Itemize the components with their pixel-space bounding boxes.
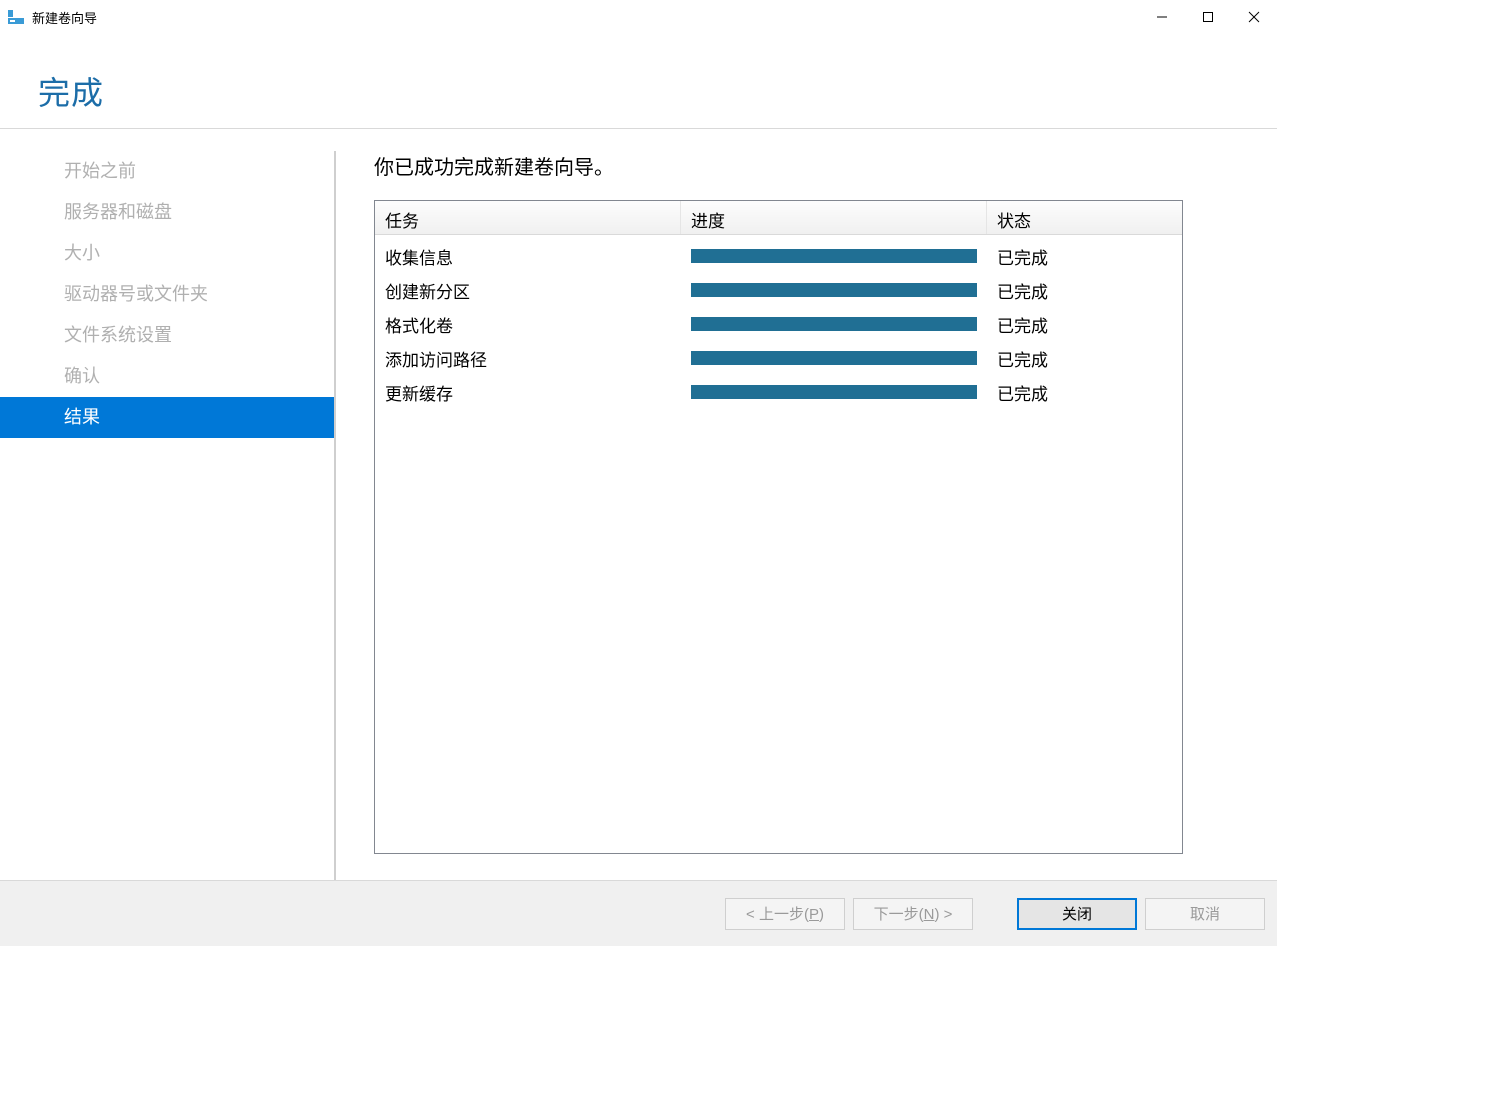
cancel-button: 取消 — [1145, 898, 1265, 930]
cell-status: 已完成 — [987, 346, 1182, 371]
column-header-progress[interactable]: 进度 — [681, 201, 987, 234]
minimize-button[interactable] — [1139, 1, 1185, 33]
page-title: 完成 — [38, 68, 1277, 114]
sidebar-item-size: 大小 — [36, 233, 334, 274]
column-header-task[interactable]: 任务 — [375, 201, 681, 234]
cell-status: 已完成 — [987, 278, 1182, 303]
table-row: 格式化卷 已完成 — [375, 307, 1182, 341]
cell-progress — [681, 351, 987, 365]
progress-bar — [691, 351, 977, 365]
progress-bar — [691, 283, 977, 297]
cell-task: 收集信息 — [375, 244, 681, 269]
completion-message: 你已成功完成新建卷向导。 — [374, 151, 1183, 180]
table-row: 收集信息 已完成 — [375, 239, 1182, 273]
cell-progress — [681, 385, 987, 399]
table-row: 创建新分区 已完成 — [375, 273, 1182, 307]
sidebar-item-drive-letter: 驱动器号或文件夹 — [36, 274, 334, 315]
cell-task: 格式化卷 — [375, 312, 681, 337]
close-button[interactable] — [1231, 1, 1277, 33]
cell-status: 已完成 — [987, 244, 1182, 269]
wizard-steps-sidebar: 开始之前 服务器和磁盘 大小 驱动器号或文件夹 文件系统设置 确认 结果 — [0, 151, 334, 880]
app-icon — [8, 9, 24, 25]
sidebar-item-confirm: 确认 — [36, 356, 334, 397]
cell-task: 更新缓存 — [375, 380, 681, 405]
progress-bar — [691, 385, 977, 399]
table-row: 添加访问路径 已完成 — [375, 341, 1182, 375]
content-area: 开始之前 服务器和磁盘 大小 驱动器号或文件夹 文件系统设置 确认 结果 你已成… — [0, 129, 1277, 880]
table-row: 更新缓存 已完成 — [375, 375, 1182, 409]
heading-area: 完成 — [0, 34, 1277, 129]
cell-task: 添加访问路径 — [375, 346, 681, 371]
window-controls — [1139, 1, 1277, 33]
cell-status: 已完成 — [987, 380, 1182, 405]
table-header: 任务 进度 状态 — [375, 201, 1182, 235]
cell-progress — [681, 317, 987, 331]
cell-progress — [681, 283, 987, 297]
main-panel: 你已成功完成新建卷向导。 任务 进度 状态 收集信息 已完成 创建新分区 已完成 — [336, 151, 1277, 880]
results-table: 任务 进度 状态 收集信息 已完成 创建新分区 已完成 格式化卷 — [374, 200, 1183, 854]
sidebar-item-before-begin: 开始之前 — [36, 151, 334, 192]
progress-bar — [691, 249, 977, 263]
window-title: 新建卷向导 — [32, 8, 97, 27]
close-wizard-button[interactable]: 关闭 — [1017, 898, 1137, 930]
sidebar-item-server-disk: 服务器和磁盘 — [36, 192, 334, 233]
sidebar-item-filesystem: 文件系统设置 — [36, 315, 334, 356]
column-header-status[interactable]: 状态 — [987, 201, 1182, 234]
maximize-button[interactable] — [1185, 1, 1231, 33]
progress-bar — [691, 317, 977, 331]
sidebar-item-results: 结果 — [0, 397, 334, 438]
wizard-footer: < 上一步(P) 下一步(N) > 关闭 取消 — [0, 880, 1277, 946]
next-button: 下一步(N) > — [853, 898, 973, 930]
cell-progress — [681, 249, 987, 263]
previous-button: < 上一步(P) — [725, 898, 845, 930]
table-body: 收集信息 已完成 创建新分区 已完成 格式化卷 已完成 添加访问路径 — [375, 235, 1182, 409]
cell-task: 创建新分区 — [375, 278, 681, 303]
titlebar: 新建卷向导 — [0, 0, 1277, 34]
cell-status: 已完成 — [987, 312, 1182, 337]
